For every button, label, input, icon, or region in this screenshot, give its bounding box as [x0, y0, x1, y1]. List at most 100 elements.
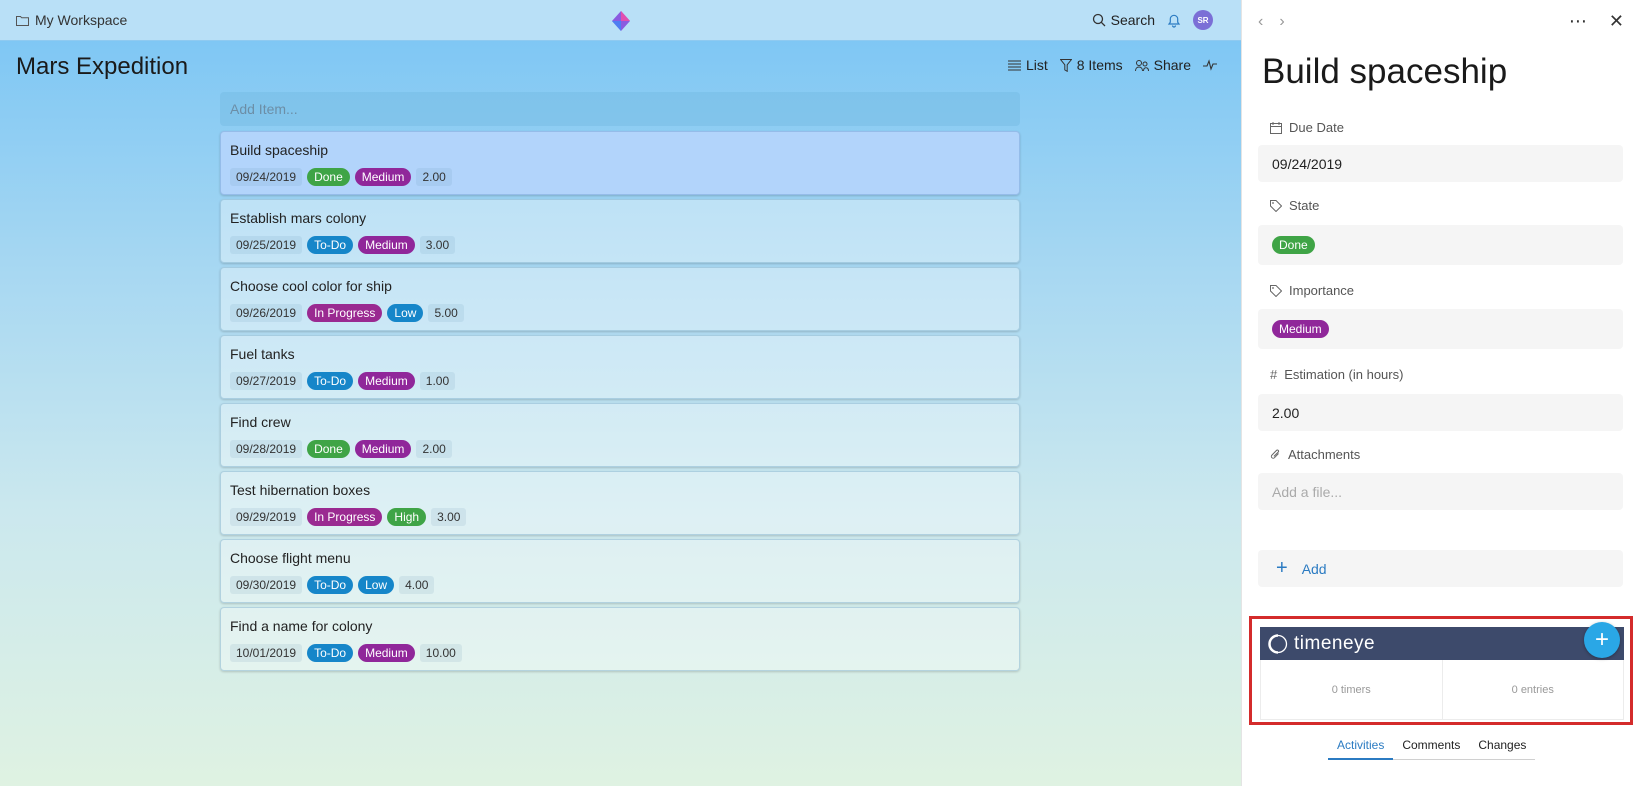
importance-tag: Medium	[1272, 320, 1329, 338]
add-item-input[interactable]: Add Item...	[220, 92, 1020, 126]
state-tag: Done	[1272, 236, 1315, 254]
share-label: Share	[1153, 57, 1191, 73]
list-item[interactable]: Choose cool color for ship 09/26/2019 In P…	[220, 267, 1020, 331]
state-field[interactable]: Done	[1258, 225, 1623, 265]
view-toolbar: List 8 Items Share	[1007, 57, 1217, 73]
timers-count[interactable]: 0 timers	[1261, 660, 1442, 719]
importance-tag[interactable]: Medium	[354, 440, 412, 458]
add-field-button[interactable]: + Add	[1258, 550, 1623, 587]
panel-tabs: Activities Comments Changes	[1328, 738, 1536, 760]
tag-icon	[1270, 199, 1282, 212]
search-label: Search	[1110, 12, 1155, 28]
share-button[interactable]: Share	[1134, 57, 1191, 73]
state-tag[interactable]: To-Do	[307, 236, 354, 254]
search-button[interactable]: Search	[1092, 12, 1155, 28]
workspace-label: My Workspace	[35, 12, 128, 28]
list-item[interactable]: Fuel tanks 09/27/2019 To-Do Medium 1.00	[220, 335, 1020, 399]
app-logo-icon[interactable]	[612, 11, 630, 31]
importance-tag[interactable]: Medium	[358, 372, 415, 390]
tab-changes[interactable]: Changes	[1469, 738, 1536, 760]
estimate-chip: 10.00	[419, 644, 462, 662]
add-timer-button[interactable]: +	[1584, 622, 1620, 658]
list-icon	[1007, 60, 1021, 70]
bell-icon[interactable]	[1167, 13, 1181, 28]
importance-tag[interactable]: Medium	[358, 644, 415, 662]
state-tag[interactable]: To-Do	[307, 576, 354, 594]
estimate-chip: 1.00	[419, 372, 456, 390]
main-area: My Workspace Search SR Mars Expedition L…	[0, 0, 1241, 786]
close-icon[interactable]: ✕	[1609, 11, 1624, 32]
due-date-chip: 09/28/2019	[230, 440, 303, 458]
attachments-field[interactable]: Add a file...	[1258, 473, 1623, 510]
item-title: Find a name for colony	[230, 618, 373, 634]
state-tag[interactable]: In Progress	[307, 508, 383, 526]
item-title: Test hibernation boxes	[230, 482, 371, 498]
tab-comments[interactable]: Comments	[1393, 738, 1470, 760]
item-tags: 09/26/2019 In Progress Low 5.00	[230, 304, 1010, 322]
importance-tag[interactable]: Low	[358, 576, 395, 594]
due-date-field[interactable]: 09/24/2019	[1258, 145, 1623, 182]
estimate-chip: 3.00	[419, 236, 456, 254]
entries-count[interactable]: 0 entries	[1441, 660, 1624, 719]
state-tag[interactable]: Done	[307, 168, 350, 186]
state-tag[interactable]: In Progress	[307, 304, 383, 322]
plus-icon: +	[1276, 557, 1288, 579]
item-list: Build spaceship 09/24/2019 Done Medium 2.00 E…	[220, 131, 1020, 675]
activity-icon[interactable]	[1203, 59, 1217, 71]
due-date-chip: 10/01/2019	[230, 644, 303, 662]
importance-tag[interactable]: Medium	[354, 168, 412, 186]
list-view-label: List	[1025, 57, 1048, 73]
item-title[interactable]: Build spaceship	[1262, 52, 1507, 92]
panel-nav: ‹ ›	[1258, 13, 1285, 31]
estimate-chip: 2.00	[416, 168, 452, 186]
list-item[interactable]: Find a name for colony 10/01/2019 To-Do Med…	[220, 607, 1020, 671]
estimate-chip: 2.00	[416, 440, 452, 458]
tag-icon	[1270, 284, 1282, 297]
list-item[interactable]: Test hibernation boxes 09/29/2019 In Progr…	[220, 471, 1020, 535]
timeneye-logo-icon	[1268, 633, 1288, 654]
attachments-label: Attachments	[1270, 447, 1360, 462]
hash-icon: #	[1270, 367, 1278, 382]
estimate-chip: 4.00	[399, 576, 435, 594]
item-title: Find crew	[230, 414, 291, 430]
importance-tag[interactable]: Medium	[358, 236, 415, 254]
estimate-chip: 3.00	[431, 508, 467, 526]
due-date-chip: 09/29/2019	[230, 508, 303, 526]
state-tag[interactable]: Done	[307, 440, 350, 458]
due-date-label: Due Date	[1270, 120, 1344, 135]
filter-icon	[1059, 58, 1072, 72]
importance-label: Importance	[1270, 283, 1354, 298]
importance-tag[interactable]: High	[387, 508, 427, 526]
avatar[interactable]: SR	[1193, 10, 1213, 30]
state-tag[interactable]: To-Do	[307, 644, 354, 662]
item-title: Establish mars colony	[230, 210, 367, 226]
timeneye-highlight: timeneye + 0 timers 0 entries	[1249, 616, 1633, 725]
more-options-icon[interactable]: ⋯	[1569, 11, 1587, 32]
chevron-left-icon[interactable]: ‹	[1258, 13, 1263, 31]
workspace-link[interactable]: My Workspace	[16, 12, 127, 28]
chevron-right-icon[interactable]: ›	[1279, 13, 1284, 31]
detail-panel: ‹ › ⋯ ✕ Build spaceship Due Date 09/24/2…	[1241, 0, 1638, 786]
state-tag[interactable]: To-Do	[307, 372, 354, 390]
panel-actions: ⋯ ✕	[1569, 11, 1624, 32]
importance-tag[interactable]: Low	[387, 304, 424, 322]
items-count-label: 8 Items	[1076, 57, 1123, 73]
filter-button[interactable]: 8 Items	[1059, 57, 1123, 73]
item-tags: 09/30/2019 To-Do Low 4.00	[230, 576, 1010, 594]
share-icon	[1134, 59, 1149, 71]
importance-field[interactable]: Medium	[1258, 309, 1623, 349]
list-item[interactable]: Build spaceship 09/24/2019 Done Medium 2.00	[220, 131, 1020, 195]
list-view-button[interactable]: List	[1007, 57, 1048, 73]
state-label: State	[1270, 198, 1319, 213]
list-item[interactable]: Establish mars colony 09/25/2019 To-Do Medi…	[220, 199, 1020, 263]
tab-activities[interactable]: Activities	[1328, 738, 1394, 760]
item-tags: 09/24/2019 Done Medium 2.00	[230, 168, 1010, 186]
calendar-icon	[1270, 121, 1282, 134]
top-bar: My Workspace Search SR	[0, 0, 1241, 41]
list-item[interactable]: Choose flight menu 09/30/2019 To-Do Low 4.00	[220, 539, 1020, 603]
page-title: Mars Expedition	[16, 53, 189, 80]
estimation-field[interactable]: 2.00	[1258, 394, 1623, 431]
due-date-chip: 09/27/2019	[230, 372, 303, 390]
add-label: Add	[1301, 560, 1327, 577]
list-item[interactable]: Find crew 09/28/2019 Done Medium 2.00	[220, 403, 1020, 467]
